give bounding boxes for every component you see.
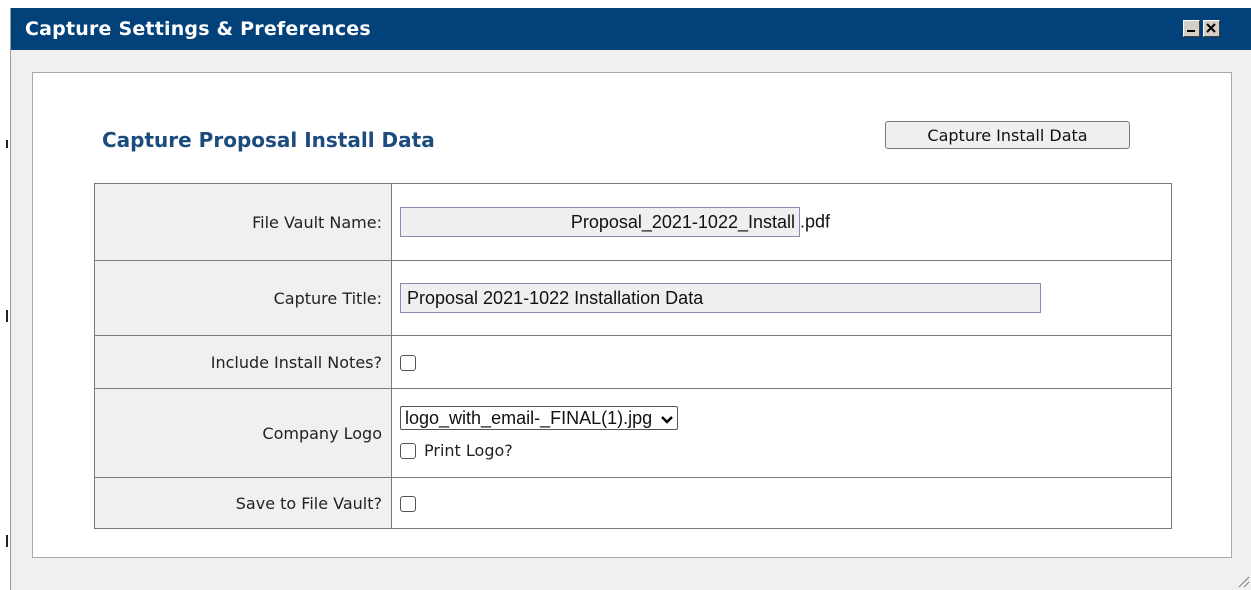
capture-settings-dialog: Capture Settings & Preferences Capture P… <box>10 8 1251 590</box>
chevron-down-icon <box>661 408 673 430</box>
file-vault-name-cell: .pdf <box>391 183 1172 261</box>
capture-title-cell <box>391 260 1172 336</box>
print-logo-label: Print Logo? <box>424 441 513 460</box>
row-capture-title: Capture Title: <box>94 260 1172 336</box>
row-file-vault-name: File Vault Name: .pdf <box>94 183 1172 261</box>
row-company-logo: Company Logo logo_with_email-_FINAL(1).j… <box>94 388 1172 478</box>
capture-title-input[interactable] <box>400 283 1041 313</box>
include-install-notes-checkbox[interactable] <box>400 355 416 371</box>
capture-install-data-button[interactable]: Capture Install Data <box>885 121 1130 149</box>
capture-title-label: Capture Title: <box>94 260 392 336</box>
file-vault-name-input[interactable] <box>400 207 800 237</box>
save-to-file-vault-cell <box>391 477 1172 529</box>
minimize-icon <box>1187 30 1195 32</box>
resize-grip-icon[interactable] <box>1236 574 1250 588</box>
settings-panel: Capture Proposal Install Data Capture In… <box>32 72 1232 558</box>
company-logo-label: Company Logo <box>94 388 392 478</box>
close-button[interactable] <box>1203 20 1220 37</box>
company-logo-cell: logo_with_email-_FINAL(1).jpg Print Logo… <box>391 388 1172 478</box>
settings-form: File Vault Name: .pdf Capture Title: Inc… <box>94 183 1172 529</box>
dialog-title: Capture Settings & Preferences <box>25 18 371 40</box>
section-title: Capture Proposal Install Data <box>102 128 435 152</box>
company-logo-select[interactable]: logo_with_email-_FINAL(1).jpg <box>400 406 679 430</box>
close-icon <box>1206 23 1216 33</box>
include-install-notes-label: Include Install Notes? <box>94 335 392 389</box>
row-save-to-file-vault: Save to File Vault? <box>94 477 1172 529</box>
include-install-notes-cell <box>391 335 1172 389</box>
file-extension: .pdf <box>800 211 831 232</box>
save-to-file-vault-checkbox[interactable] <box>400 496 416 512</box>
row-include-install-notes: Include Install Notes? <box>94 335 1172 389</box>
print-logo-row: Print Logo? <box>400 440 1171 460</box>
print-logo-checkbox[interactable] <box>400 442 416 459</box>
save-to-file-vault-label: Save to File Vault? <box>94 477 392 529</box>
dialog-titlebar[interactable]: Capture Settings & Preferences <box>11 8 1251 50</box>
file-vault-name-label: File Vault Name: <box>94 183 392 261</box>
company-logo-selected: logo_with_email-_FINAL(1).jpg <box>405 408 653 428</box>
minimize-button[interactable] <box>1183 20 1200 37</box>
